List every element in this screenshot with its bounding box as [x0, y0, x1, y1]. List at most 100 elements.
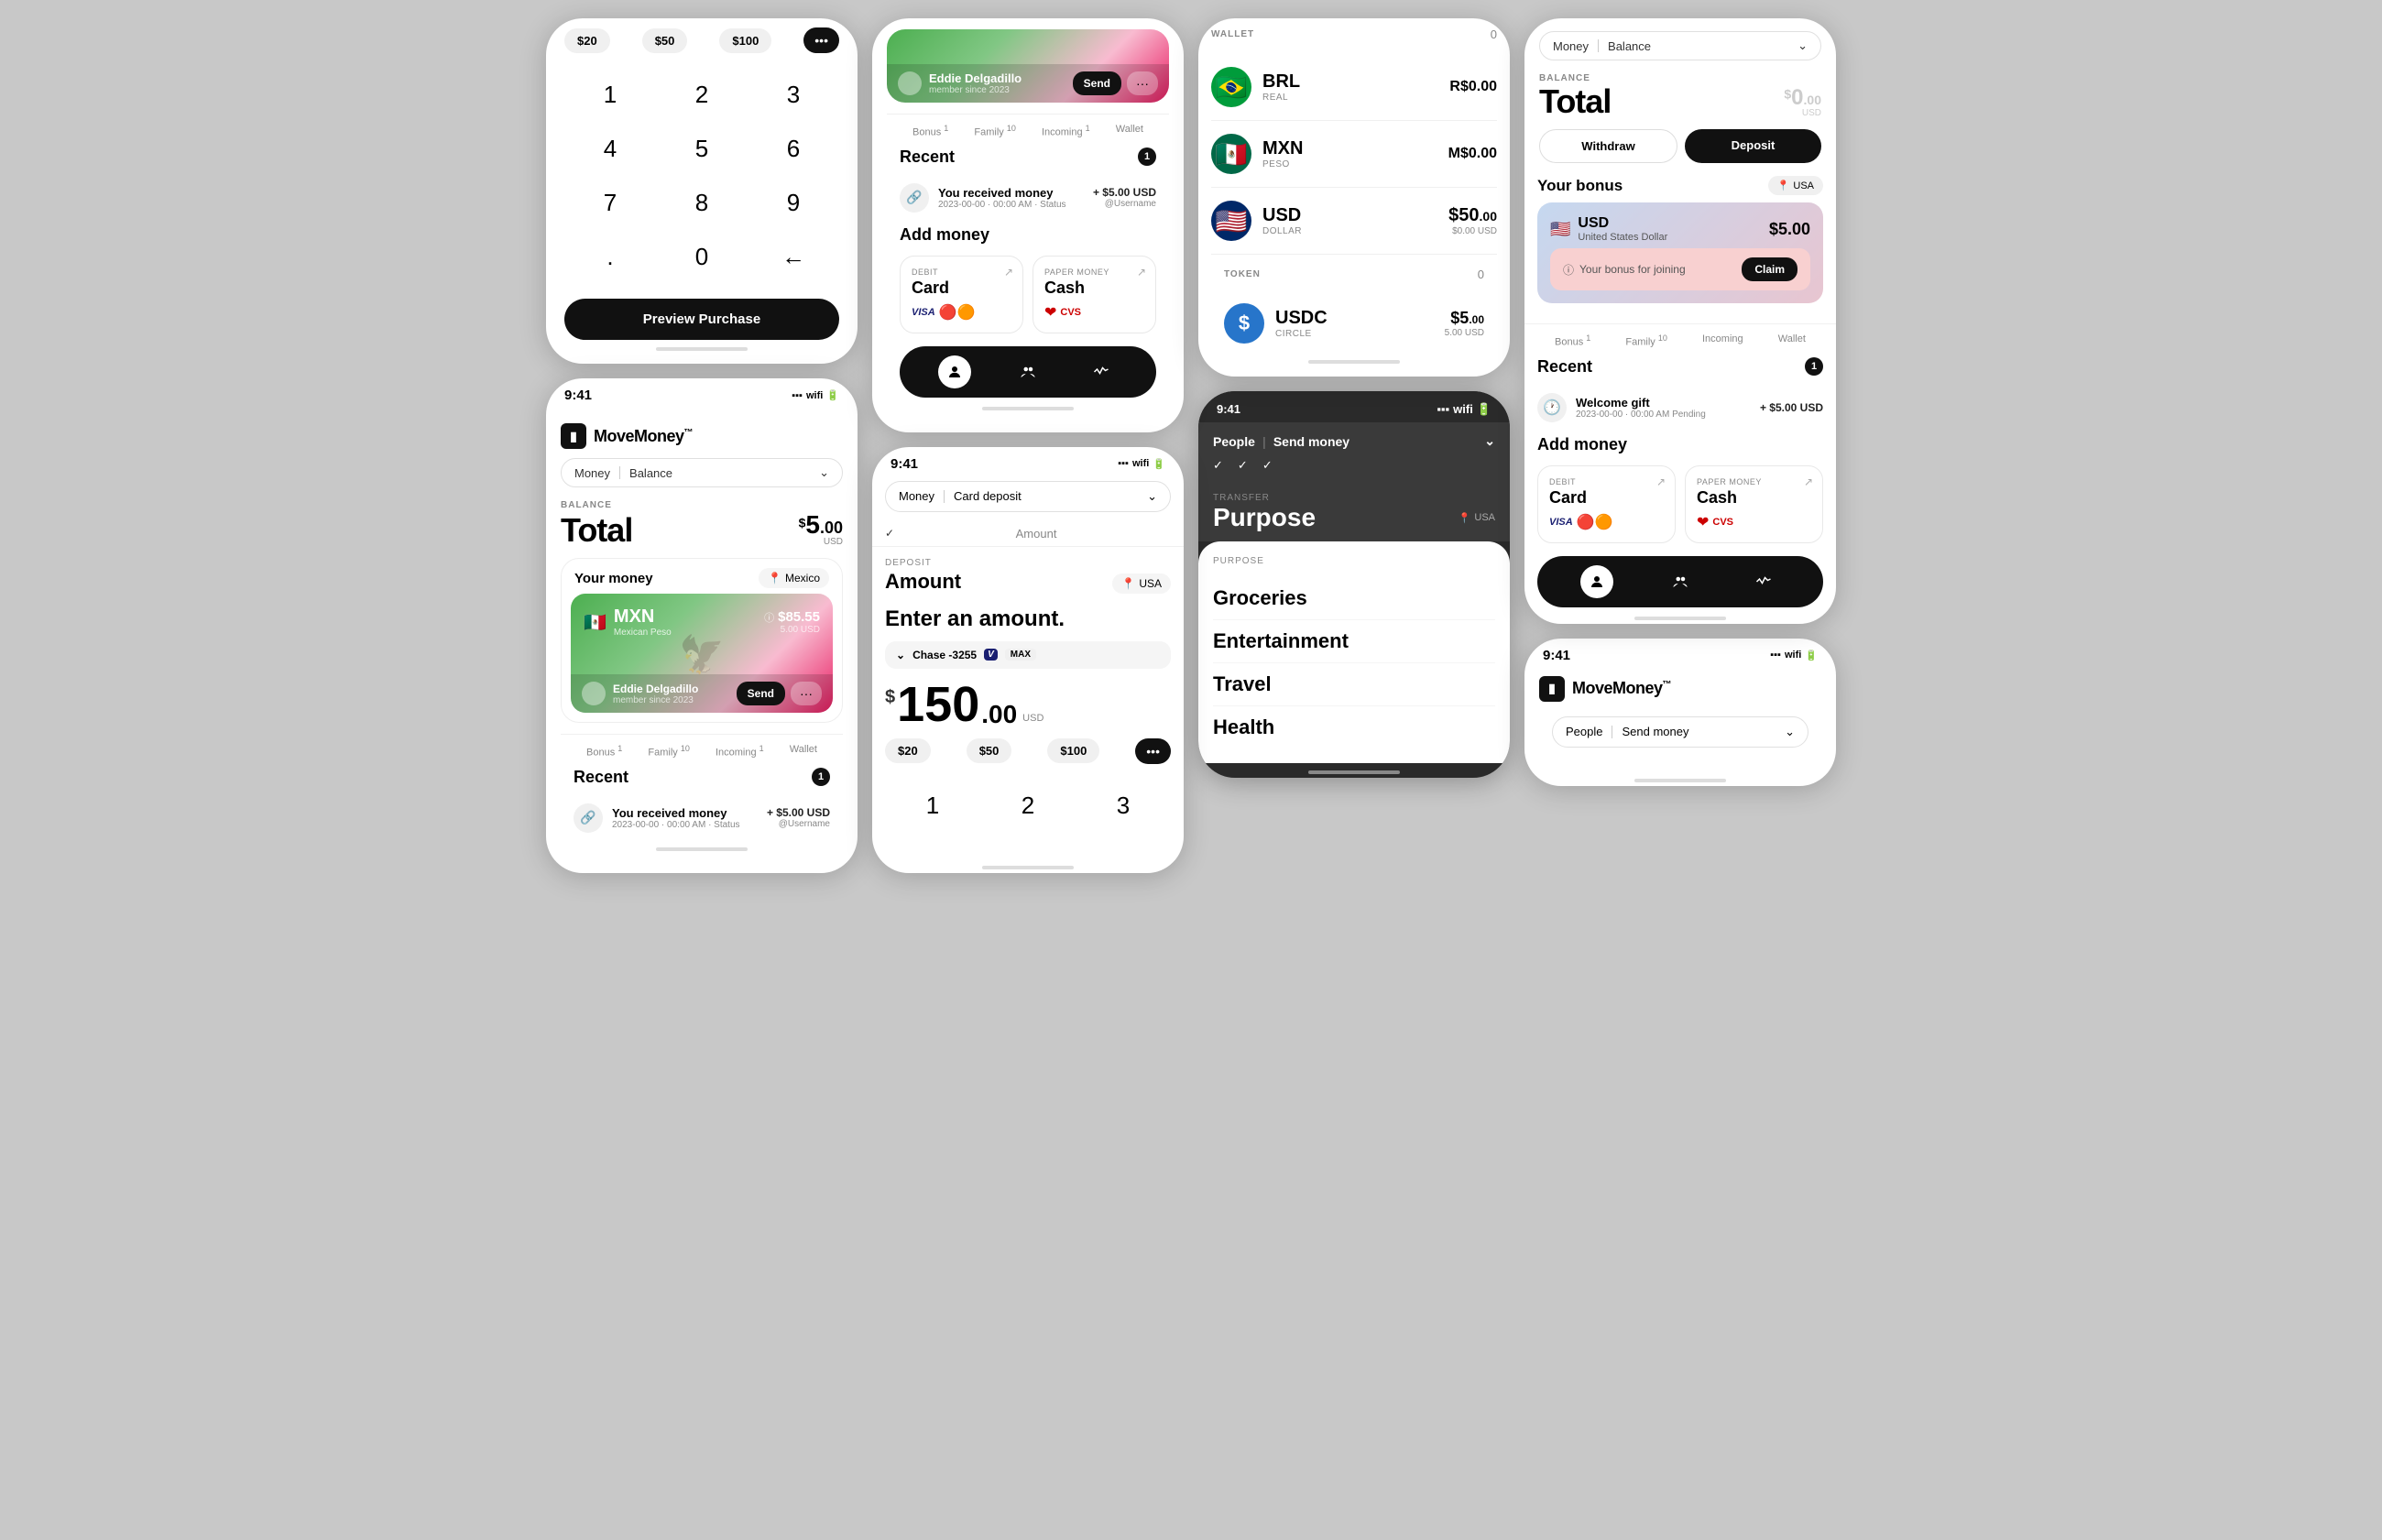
- preset-50[interactable]: $50: [642, 28, 688, 53]
- send-more-button[interactable]: ···: [1127, 71, 1158, 95]
- phone7-nav-people[interactable]: [1664, 565, 1697, 598]
- usdc-amount: $5.00 5.00 USD: [1445, 309, 1484, 338]
- p7-tab-incoming[interactable]: Incoming: [1702, 330, 1743, 352]
- key-2[interactable]: 2: [656, 68, 748, 122]
- phone7-recent-date: 2023-00-00 · 00:00 AM Pending: [1576, 410, 1751, 420]
- selector-balance: Balance: [629, 466, 672, 480]
- purpose-entertainment[interactable]: Entertainment: [1213, 620, 1495, 663]
- key-dot[interactable]: .: [564, 230, 656, 284]
- key-9[interactable]: 9: [748, 176, 839, 230]
- balance-decimal: .00: [820, 519, 843, 537]
- withdraw-button[interactable]: Withdraw: [1539, 129, 1677, 163]
- token-label: TOKEN: [1224, 269, 1261, 279]
- purpose-header: People | Send money ⌄ ✓ ✓ ✓: [1198, 422, 1510, 484]
- nav-people[interactable]: [1011, 355, 1044, 388]
- purpose-travel[interactable]: Travel: [1213, 663, 1495, 706]
- deposit-sel-divider: [944, 490, 945, 503]
- phone3-content: Eddie Delgadillo member since 2023 Send …: [872, 18, 1184, 432]
- recent-title: Recent: [574, 768, 628, 787]
- key-back[interactable]: ←: [748, 230, 839, 284]
- p7-tab-bonus[interactable]: Bonus 1: [1555, 330, 1590, 352]
- phone7-nav-activity[interactable]: [1747, 565, 1780, 598]
- deposit-selector[interactable]: Money Card deposit ⌄: [885, 481, 1171, 512]
- phone3-tab-incoming[interactable]: Incoming 1: [1042, 120, 1090, 142]
- app-logo-icon: ▮: [561, 423, 586, 449]
- deposit-location: USA: [1139, 577, 1162, 590]
- nav-activity[interactable]: [1085, 355, 1118, 388]
- cash-title: Cash: [1044, 279, 1144, 298]
- key-8[interactable]: 8: [656, 176, 748, 230]
- phone7-debit-card[interactable]: DEBIT Card ↗ VISA 🔴🟠: [1537, 465, 1676, 543]
- preset-20[interactable]: $20: [564, 28, 610, 53]
- card-currency-amount: ⓘ $85.55 5.00 USD: [764, 609, 820, 635]
- phone7-amount-value: $0.00: [1784, 87, 1821, 109]
- tab-bonus[interactable]: Bonus 1: [586, 740, 622, 762]
- preset-100[interactable]: $100: [719, 28, 771, 53]
- cash-card-option[interactable]: PAPER MONEY Cash ↗ ❤ CVS: [1033, 256, 1156, 333]
- people-selector[interactable]: People Send money ⌄: [1552, 716, 1808, 748]
- send-button[interactable]: Send: [737, 682, 785, 705]
- purpose-status-icons: ▪▪▪ wifi 🔋: [1437, 402, 1491, 417]
- p7-tab-wallet[interactable]: Wallet: [1778, 330, 1806, 352]
- wallet-label: WALLET: [1211, 29, 1254, 39]
- money-balance-selector[interactable]: Money Balance ⌄: [561, 458, 843, 487]
- home-bar-4: [1308, 360, 1400, 364]
- dollar-sign: $: [885, 687, 895, 708]
- phone7-selector[interactable]: Money Balance ⌄: [1539, 31, 1821, 60]
- key-4[interactable]: 4: [564, 122, 656, 176]
- tab-incoming[interactable]: Incoming 1: [716, 740, 764, 762]
- phone7-selector-items: Money Balance: [1553, 39, 1651, 53]
- dep-key-2[interactable]: 2: [980, 779, 1076, 833]
- phone7-visa-logo: VISA: [1549, 517, 1573, 528]
- amount-label: Amount: [901, 527, 1171, 541]
- balance-value: $5.00: [799, 512, 843, 538]
- send-money-button[interactable]: Send: [1073, 71, 1121, 95]
- preview-purchase-button[interactable]: Preview Purchase: [564, 299, 839, 340]
- key-3[interactable]: 3: [748, 68, 839, 122]
- dep-key-3[interactable]: 3: [1076, 779, 1171, 833]
- purpose-selector[interactable]: People | Send money ⌄: [1213, 433, 1495, 449]
- numpad-grid: 1 2 3 4 5 6 7 8 9 . 0 ←: [564, 68, 839, 284]
- visa-badge: V: [984, 649, 998, 661]
- your-money-card: Your money 📍 Mexico 🇲🇽 MXN Mexican Peso: [561, 558, 843, 723]
- send-user-name: Eddie Delgadillo: [929, 71, 1022, 85]
- phone7-heart-icon: ❤: [1697, 513, 1709, 531]
- phone3-tab-bonus[interactable]: Bonus 1: [912, 120, 948, 142]
- p7-tab-family[interactable]: Family 10: [1625, 330, 1666, 352]
- phone3-tab-wallet[interactable]: Wallet: [1116, 120, 1143, 142]
- selector-divider: [619, 466, 620, 479]
- amount-with-alert: ⓘ $85.55: [764, 609, 820, 625]
- deposit-preset-100[interactable]: $100: [1047, 738, 1099, 763]
- tab-family[interactable]: Family 10: [648, 740, 689, 762]
- nav-profile[interactable]: [938, 355, 971, 388]
- tab-wallet[interactable]: Wallet: [790, 740, 817, 762]
- more-options-button[interactable]: ···: [791, 682, 822, 705]
- battery-icon: 🔋: [826, 389, 839, 401]
- phone7-nav-profile[interactable]: [1580, 565, 1613, 598]
- deposit-preset-20[interactable]: $20: [885, 738, 931, 763]
- check-icon: ✓: [885, 527, 894, 540]
- purpose-groceries[interactable]: Groceries: [1213, 577, 1495, 620]
- bonus-footer: ⓘ Your bonus for joining Claim: [1550, 248, 1810, 290]
- wallet-count: 0: [1491, 27, 1497, 41]
- deposit-more-button[interactable]: •••: [1135, 738, 1171, 764]
- key-0[interactable]: 0: [656, 230, 748, 284]
- purpose-health[interactable]: Health: [1213, 706, 1495, 748]
- phone-purpose: 9:41 ▪▪▪ wifi 🔋 People | Send money ⌄: [1198, 391, 1510, 778]
- bonus-title: Your bonus: [1537, 177, 1623, 195]
- claim-button[interactable]: Claim: [1742, 257, 1797, 281]
- key-7[interactable]: 7: [564, 176, 656, 230]
- phone7-cash-card[interactable]: PAPER MONEY Cash ↗ ❤ CVS: [1685, 465, 1823, 543]
- deposit-button[interactable]: Deposit: [1685, 129, 1821, 163]
- phone3-amount-user: @Username: [1093, 199, 1156, 209]
- debit-card-option[interactable]: DEBIT Card ↗ VISA 🔴🟠: [900, 256, 1023, 333]
- more-button[interactable]: •••: [803, 27, 839, 53]
- balance-title: Total: [561, 514, 632, 547]
- key-1[interactable]: 1: [564, 68, 656, 122]
- deposit-preset-50[interactable]: $50: [967, 738, 1012, 763]
- key-5[interactable]: 5: [656, 122, 748, 176]
- phone7-dec: .00: [1804, 93, 1821, 107]
- dep-key-1[interactable]: 1: [885, 779, 980, 833]
- key-6[interactable]: 6: [748, 122, 839, 176]
- phone3-tab-family[interactable]: Family 10: [974, 120, 1015, 142]
